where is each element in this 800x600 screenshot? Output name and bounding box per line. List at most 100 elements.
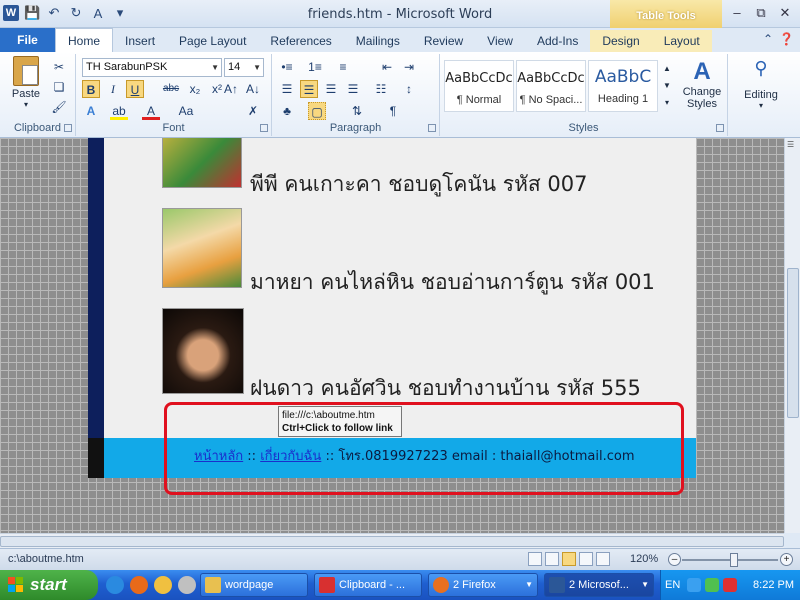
sort-icon[interactable]: ⇅	[348, 102, 366, 120]
paste-dropdown-icon: ▾	[23, 100, 28, 109]
language-indicator[interactable]: EN	[665, 579, 680, 591]
zoom-in-icon[interactable]: +	[780, 553, 793, 566]
columns-icon[interactable]: ☷	[372, 80, 390, 98]
zoom-slider[interactable]: – +	[668, 552, 794, 568]
grow-font-icon[interactable]: A↑	[222, 80, 240, 98]
font-family-select[interactable]: TH SarabunPSK ▼	[82, 58, 222, 77]
decrease-indent-icon[interactable]: ⇤	[378, 58, 396, 76]
ruler-toggle-icon[interactable]: ☰	[787, 140, 794, 149]
network-icon[interactable]	[687, 578, 701, 592]
style-normal[interactable]: AaBbCcDc ¶ Normal	[444, 60, 514, 112]
styles-scroll[interactable]: ▲ ▼ ▾	[662, 60, 672, 111]
vertical-scrollbar[interactable]: ☰	[784, 138, 800, 533]
style-no-spacing[interactable]: AaBbCcDc ¶ No Spaci...	[516, 60, 586, 112]
change-case-icon[interactable]: Aa	[174, 102, 198, 120]
task-wordpage[interactable]: wordpage	[200, 573, 308, 597]
paint-icon[interactable]	[178, 576, 196, 594]
security-icon[interactable]	[723, 578, 737, 592]
clipboard-launcher-icon[interactable]	[64, 124, 72, 132]
tab-mailings[interactable]: Mailings	[344, 30, 412, 52]
text-effects-icon[interactable]: A	[82, 102, 100, 120]
bullets-icon[interactable]: •≡	[278, 58, 296, 76]
multilevel-list-icon[interactable]: ≡	[334, 58, 352, 76]
editing-button[interactable]: ⚲ Editing ▾	[734, 58, 788, 110]
quick-launch	[106, 576, 196, 594]
tab-design[interactable]: Design	[590, 30, 652, 52]
task-word[interactable]: 2 Microsof... ▼	[544, 573, 654, 597]
start-button[interactable]: start	[0, 570, 98, 600]
italic-button[interactable]: I	[104, 80, 122, 98]
cut-icon[interactable]: ✂	[50, 58, 68, 76]
task-clipboard[interactable]: Clipboard - ...	[314, 573, 422, 597]
clear-format-icon[interactable]: ✗	[244, 102, 262, 120]
horizontal-scrollbar[interactable]	[0, 533, 784, 548]
web-layout-icon[interactable]	[562, 552, 576, 566]
highlight-icon[interactable]: ab	[110, 102, 128, 120]
tab-review[interactable]: Review	[412, 30, 475, 52]
tab-layout[interactable]: Layout	[651, 30, 712, 52]
zoom-out-icon[interactable]: –	[668, 553, 681, 566]
subscript-button[interactable]: x₂	[186, 80, 204, 98]
tab-file[interactable]: File	[0, 28, 55, 52]
tab-add-ins[interactable]: Add-Ins	[525, 30, 590, 52]
bold-button[interactable]: B	[82, 80, 100, 98]
numbering-icon[interactable]: 1≡	[306, 58, 324, 76]
align-left-icon[interactable]: ☰	[278, 80, 296, 98]
editing-group: ⚲ Editing ▾	[728, 54, 796, 136]
styles-launcher-icon[interactable]	[716, 124, 724, 132]
shrink-font-icon[interactable]: A↓	[244, 80, 262, 98]
zoom-knob[interactable]	[730, 553, 738, 567]
chevron-down-icon: ▼	[211, 63, 219, 72]
minimize-icon[interactable]: –	[728, 4, 746, 22]
volume-icon[interactable]	[705, 578, 719, 592]
strikethrough-button[interactable]: abc	[162, 80, 180, 98]
styles-group-label: Styles	[568, 122, 599, 134]
chrome-icon[interactable]	[154, 576, 172, 594]
style-name: ¶ Normal	[456, 94, 502, 106]
tab-page-layout[interactable]: Page Layout	[167, 30, 258, 52]
print-layout-icon[interactable]	[528, 552, 542, 566]
task-firefox[interactable]: 2 Firefox ▼	[428, 573, 538, 597]
annotation-highlight	[164, 402, 684, 495]
font-size-select[interactable]: 14 ▼	[224, 58, 264, 77]
full-screen-reading-icon[interactable]	[545, 552, 559, 566]
paste-button[interactable]: Paste ▾	[6, 56, 46, 109]
tab-view[interactable]: View	[475, 30, 525, 52]
friend-photo-3	[162, 308, 244, 394]
change-styles-button[interactable]: A Change Styles	[680, 58, 724, 110]
vertical-scroll-thumb[interactable]	[787, 268, 799, 418]
clock[interactable]: 8:22 PM	[753, 579, 794, 591]
shading-icon[interactable]: ♣	[278, 102, 296, 120]
ie-icon[interactable]	[106, 576, 124, 594]
zoom-level[interactable]: 120%	[630, 553, 658, 565]
style-sample: AaBbCcDc	[445, 71, 513, 86]
paste-icon	[13, 56, 39, 86]
align-center-icon[interactable]: ☰	[300, 80, 318, 98]
line-spacing-icon[interactable]: ↕	[400, 80, 418, 98]
tab-home[interactable]: Home	[55, 28, 114, 52]
paragraph-launcher-icon[interactable]	[428, 124, 436, 132]
font-color-icon[interactable]: A	[142, 102, 160, 120]
help-icon[interactable]: ❓	[779, 32, 794, 46]
restore-icon[interactable]: ⧉	[752, 4, 770, 22]
horizontal-scroll-thumb[interactable]	[0, 536, 784, 547]
outline-icon[interactable]	[579, 552, 593, 566]
copy-icon[interactable]: ❏	[50, 78, 68, 96]
style-heading-1[interactable]: AaBbC Heading 1	[588, 60, 658, 112]
increase-indent-icon[interactable]: ⇥	[400, 58, 418, 76]
show-formatting-icon[interactable]: ¶	[384, 102, 402, 120]
tab-insert[interactable]: Insert	[113, 30, 167, 52]
close-icon[interactable]: ✕	[776, 4, 794, 22]
minimize-ribbon-icon[interactable]: ⌃	[763, 32, 773, 46]
align-right-icon[interactable]: ☰	[322, 80, 340, 98]
tab-references[interactable]: References	[258, 30, 343, 52]
borders-icon[interactable]: ▢	[308, 102, 326, 120]
format-painter-icon[interactable]: 🖌	[50, 98, 68, 116]
underline-button[interactable]: U	[126, 80, 144, 98]
justify-icon[interactable]: ☰	[344, 80, 362, 98]
firefox-icon[interactable]	[130, 576, 148, 594]
clipboard-app-icon	[319, 577, 335, 593]
draft-icon[interactable]	[596, 552, 610, 566]
font-launcher-icon[interactable]	[260, 124, 268, 132]
paragraph-group: •≡ 1≡ ≡ ⇤ ⇥ ☰ ☰ ☰ ☰ ☷ ↕ ♣ ▢ ⇅ ¶ Paragrap…	[272, 54, 440, 136]
